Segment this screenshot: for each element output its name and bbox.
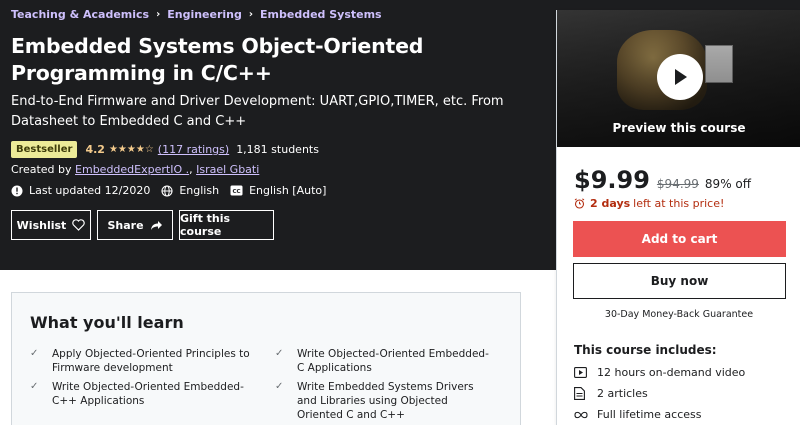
breadcrumb-link-teaching[interactable]: Teaching & Academics: [11, 8, 149, 21]
add-to-cart-button[interactable]: Add to cart: [573, 221, 786, 257]
breadcrumb-separator: ›: [156, 9, 161, 20]
wishlist-button[interactable]: Wishlist: [11, 210, 91, 240]
gift-label: Gift this course: [180, 212, 231, 238]
preview-label: Preview this course: [612, 121, 746, 135]
learn-item-text: Apply Objected-Oriented Principles to Fi…: [52, 348, 250, 374]
video-icon: [574, 367, 587, 378]
buy-now-button[interactable]: Buy now: [573, 263, 786, 299]
globe-icon: [161, 184, 173, 197]
course-subtitle: End-to-End Firmware and Driver Developme…: [11, 94, 504, 129]
money-back-guarantee: 30-Day Money-Back Guarantee: [604, 309, 754, 320]
students-count: 1,181 students: [236, 143, 319, 156]
breadcrumb-link-embedded[interactable]: Embedded Systems: [260, 8, 382, 21]
timer-days: 2 days: [590, 197, 631, 210]
created-by-label: Created by: [11, 163, 72, 176]
learn-item: ✓ Write Embedded Systems Drivers and Lib…: [275, 380, 495, 422]
wishlist-label: Wishlist: [16, 218, 67, 232]
check-icon: ✓: [275, 381, 284, 392]
course-title: Embedded Systems Object-Oriented Program…: [11, 34, 424, 85]
include-video-text: 12 hours on-demand video: [597, 366, 746, 379]
language: English: [161, 184, 219, 197]
current-price: $9.99: [574, 166, 650, 194]
closed-captions-icon: CC: [230, 185, 243, 196]
discount-percent: 89% off: [704, 177, 752, 191]
what-you-learn-box: What you'll learn ✓ Apply Objected-Orien…: [11, 292, 521, 425]
check-icon: ✓: [30, 381, 39, 392]
rating-value: 4.2: [85, 143, 105, 156]
learn-item: ✓ Apply Objected-Oriented Principles to …: [30, 347, 250, 375]
timer-text: left at this price!: [633, 197, 725, 210]
course-preview[interactable]: Preview this course: [557, 10, 800, 147]
share-arrow-icon: [150, 220, 162, 230]
breadcrumb: Teaching & Academics › Engineering › Emb…: [11, 8, 382, 21]
infinity-icon: [574, 411, 588, 418]
play-button[interactable]: [657, 54, 703, 100]
ratings-count-link[interactable]: (117 ratings): [158, 143, 229, 156]
instructor-link[interactable]: Israel Gbati: [196, 163, 259, 176]
breadcrumb-link-engineering[interactable]: Engineering: [167, 8, 242, 21]
gift-course-button[interactable]: Gift this course: [179, 210, 274, 240]
last-updated-text: Last updated 12/2020: [29, 184, 151, 197]
learn-item: ✓ Write Objected-Oriented Embedded-C++ A…: [30, 380, 250, 408]
price-row: $9.99 $94.99 89% off: [574, 166, 751, 194]
action-buttons: Wishlist Share Gift this course: [11, 210, 280, 240]
check-icon: ✓: [275, 348, 284, 359]
heart-icon: [72, 219, 86, 231]
bestseller-badge: Bestseller: [11, 141, 78, 158]
include-item: Full lifetime access: [574, 408, 701, 421]
learn-item-text: Write Objected-Oriented Embedded-C Appli…: [297, 348, 489, 374]
course-meta: Last updated 12/2020 English CC English …: [11, 184, 337, 197]
star-rating-icon: ★★★★☆: [108, 144, 154, 155]
captions-text: English [Auto]: [249, 184, 327, 197]
rating-row: Bestseller 4.2 ★★★★☆ (117 ratings) 1,181…: [11, 141, 319, 158]
includes-title: This course includes:: [574, 343, 717, 357]
learn-item-text: Write Objected-Oriented Embedded-C++ App…: [52, 381, 244, 407]
price-timer: 2 days left at this price!: [574, 197, 724, 210]
check-icon: ✓: [30, 348, 39, 359]
share-label: Share: [107, 218, 144, 232]
include-articles-text: 2 articles: [597, 387, 648, 400]
share-button[interactable]: Share: [97, 210, 173, 240]
created-by: Created by EmbeddedExpertIO ., Israel Gb…: [11, 163, 259, 176]
language-text: English: [179, 184, 220, 197]
play-icon: [675, 69, 687, 85]
last-updated: Last updated 12/2020: [11, 184, 150, 197]
instructor-separator: ,: [189, 163, 193, 176]
learn-item-text: Write Embedded Systems Drivers and Libra…: [297, 381, 474, 421]
purchase-card: Preview this course $9.99 $94.99 89% off…: [556, 10, 800, 425]
original-price: $94.99: [656, 177, 699, 191]
alarm-clock-icon: [574, 198, 585, 209]
instructor-link[interactable]: EmbeddedExpertIO .: [75, 163, 189, 176]
learn-item: ✓ Write Objected-Oriented Embedded-C App…: [275, 347, 495, 375]
include-item: 12 hours on-demand video: [574, 366, 745, 379]
include-access-text: Full lifetime access: [597, 408, 702, 421]
include-item: 2 articles: [574, 387, 648, 400]
learn-heading: What you'll learn: [30, 313, 184, 332]
breadcrumb-separator: ›: [248, 9, 254, 20]
alert-badge-icon: [11, 185, 23, 196]
article-icon: [574, 387, 585, 400]
captions: CC English [Auto]: [230, 184, 326, 197]
svg-text:CC: CC: [233, 189, 241, 195]
